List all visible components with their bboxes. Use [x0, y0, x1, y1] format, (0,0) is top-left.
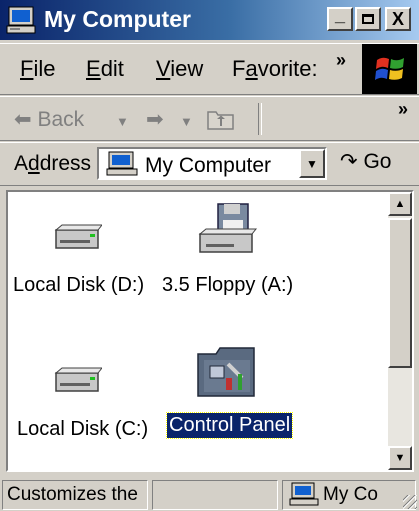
address-input[interactable]: My Computer	[145, 154, 271, 178]
close-icon: X	[391, 9, 404, 29]
title-bar[interactable]: My Computer _ X	[0, 0, 419, 40]
drive-item-local-disk-c[interactable]: Local Disk (C:)	[8, 332, 168, 452]
up-button[interactable]	[206, 106, 236, 138]
item-label-selected: Control Panel	[165, 412, 294, 439]
address-label: Address	[14, 152, 92, 175]
go-arrow-icon: ↷	[340, 150, 358, 173]
maximize-button[interactable]	[355, 7, 381, 31]
close-button[interactable]: X	[385, 7, 411, 31]
floppy-drive-icon	[198, 203, 258, 253]
vertical-scrollbar[interactable]: ▲ ▼	[388, 192, 412, 470]
toolbar-separator	[258, 103, 262, 135]
control-panel-icon	[197, 347, 255, 397]
forward-button[interactable]: ➡	[146, 107, 164, 132]
address-combobox[interactable]: My Computer ▼	[97, 147, 327, 180]
scroll-up-button[interactable]: ▲	[388, 192, 412, 216]
status-description: Customizes the	[2, 480, 148, 510]
status-zone: My Co	[282, 480, 416, 510]
my-computer-icon	[6, 6, 36, 34]
minimize-icon: _	[334, 5, 345, 25]
scroll-thumb[interactable]	[388, 218, 412, 368]
status-empty-pane	[152, 480, 278, 510]
chevron-up-icon: ▲	[394, 198, 406, 210]
menu-view[interactable]: View	[156, 56, 203, 82]
back-dropdown-chevron-icon[interactable]: ▼	[116, 114, 129, 129]
drive-label: 3.5 Floppy (A:)	[162, 274, 294, 296]
status-bar: Customizes the My Co	[0, 476, 419, 511]
back-button[interactable]: ⬅ Back	[14, 107, 84, 132]
back-arrow-icon: ⬅	[14, 108, 32, 131]
standard-toolbar: ⬅ Back ▼ ➡ ▼ »	[0, 96, 419, 141]
windows-flag-icon	[374, 57, 404, 80]
chevron-down-icon: ▼	[306, 156, 318, 171]
address-bar: Address My Computer ▼ ↷ Go	[0, 142, 419, 186]
file-view[interactable]: Local Disk (D:) 3.5 Floppy (A:) Local Di…	[6, 190, 414, 472]
menu-overflow-chevron-icon[interactable]: »	[336, 50, 346, 71]
menu-file[interactable]: File	[20, 56, 55, 82]
forward-arrow-icon: ➡	[146, 108, 164, 131]
drive-item-local-disk-d[interactable]: Local Disk (D:)	[8, 192, 168, 312]
go-button[interactable]: ↷ Go	[340, 149, 391, 174]
up-folder-icon	[207, 111, 234, 130]
drive-label: Local Disk (D:)	[13, 274, 145, 296]
scroll-down-button[interactable]: ▼	[388, 446, 412, 470]
hard-drive-icon	[54, 367, 102, 392]
maximize-icon	[362, 14, 374, 24]
address-dropdown-button[interactable]: ▼	[299, 149, 325, 178]
explorer-window: My Computer _ X File Edit View Favorite:…	[0, 0, 419, 511]
folder-item-control-panel[interactable]: Control Panel	[158, 332, 308, 452]
window-title: My Computer	[44, 6, 191, 32]
drive-item-floppy-a[interactable]: 3.5 Floppy (A:)	[158, 192, 308, 312]
my-computer-icon	[106, 151, 138, 176]
toolbar-overflow-chevron-icon[interactable]: »	[398, 99, 408, 120]
my-computer-icon	[289, 482, 319, 506]
windows-logo-throbber	[362, 44, 417, 94]
drive-label: Local Disk (C:)	[17, 418, 149, 440]
resize-grip[interactable]	[403, 495, 417, 509]
minimize-button[interactable]: _	[327, 5, 353, 31]
chevron-down-icon: ▼	[394, 452, 406, 464]
menu-bar: File Edit View Favorite: »	[0, 43, 419, 95]
menu-edit[interactable]: Edit	[86, 56, 124, 82]
menu-favorites[interactable]: Favorite:	[232, 56, 318, 82]
forward-dropdown-chevron-icon[interactable]: ▼	[180, 114, 193, 129]
hard-drive-icon	[54, 224, 102, 249]
